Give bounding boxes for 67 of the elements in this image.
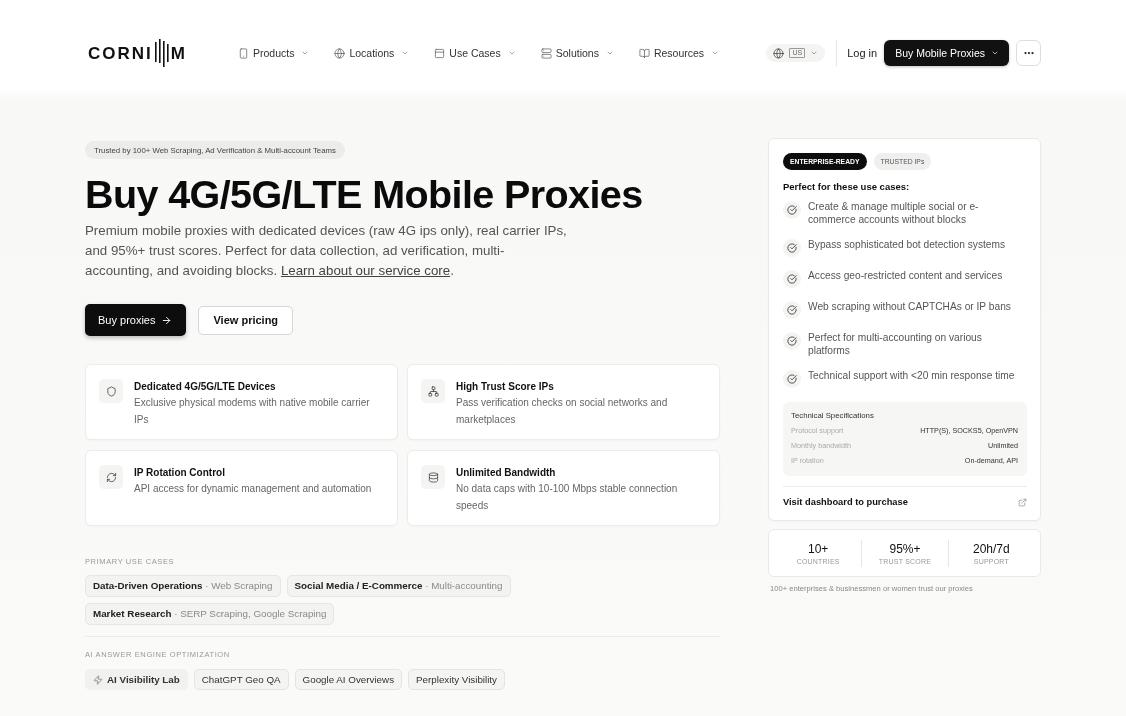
aeo-chip[interactable]: Perplexity Visibility xyxy=(408,669,505,690)
feature-title: Unlimited Bandwidth xyxy=(456,466,557,480)
chevron-down-icon xyxy=(507,49,516,57)
nav-menu-item[interactable]: Use Cases xyxy=(434,42,516,64)
buy-mobile-proxies-button[interactable]: Buy Mobile Proxies xyxy=(884,40,1009,66)
server-icon xyxy=(540,47,552,59)
buy-proxies-button[interactable]: Buy proxies xyxy=(85,304,187,336)
chevron-down-icon xyxy=(401,49,410,57)
service-core-link[interactable]: Learn about our service core xyxy=(280,263,451,278)
use-case-text: Perfect for multi-accounting on various platforms xyxy=(808,331,983,357)
use-case-text: Access geo-restricted content and services xyxy=(808,269,1004,282)
check-circle-icon xyxy=(783,201,801,219)
use-case-chip[interactable]: Data-Driven Operations · Web Scraping xyxy=(85,575,281,597)
use-case-chip[interactable]: Social Media / E-Commerce · Multi-accounting xyxy=(286,575,511,597)
feature-description: API access for dynamic management and automation xyxy=(134,482,373,496)
check-circle-icon xyxy=(783,270,801,288)
use-case-chip[interactable]: Market Research · SERP Scraping, Google Scraping xyxy=(85,603,335,625)
use-case-text: Web scraping without CAPTCHAs or IP bans xyxy=(808,300,1012,313)
chevron-down-icon xyxy=(605,49,614,57)
stat-value: 95%+ xyxy=(889,541,921,556)
chevron-down-icon xyxy=(991,49,999,57)
aeo-chip[interactable]: Google AI Overviews xyxy=(294,669,403,690)
globe-icon xyxy=(334,47,346,59)
use-case-text: Technical support with <20 min response time xyxy=(808,369,1016,382)
feature-description: Exclusive physical modems with native mobile carrier IPs xyxy=(134,396,371,427)
aeo-chip[interactable]: ChatGPT Geo QA xyxy=(193,669,289,690)
nav-menu-item[interactable]: Resources xyxy=(638,42,720,64)
book-icon xyxy=(638,47,650,59)
chevron-down-icon xyxy=(301,49,310,57)
logo[interactable]: CORNI M xyxy=(88,38,187,68)
feature-title: IP Rotation Control xyxy=(134,466,226,480)
stat-value: 20h/7d xyxy=(972,541,1010,556)
network-icon xyxy=(421,379,445,403)
phone-icon xyxy=(237,47,249,59)
chevron-down-icon xyxy=(810,49,819,57)
check-circle-icon xyxy=(783,239,801,257)
check-circle-icon xyxy=(783,332,801,350)
hero-description: Premium mobile proxies with dedicated devices (raw 4G ips only), real carrier IPs, and 95%+ trust scores. Perfect for data collection, ad verification, multi-accounting, and avoiding blocks. Learn about our service core. xyxy=(85,222,568,280)
login-link[interactable]: Log in xyxy=(847,47,878,59)
check-circle-icon xyxy=(783,301,801,319)
database-icon xyxy=(421,465,445,489)
nav-menu-item[interactable]: Products xyxy=(237,42,310,64)
feature-title: High Trust Score IPs xyxy=(456,380,555,394)
panel-heading: Perfect for these use cases: xyxy=(783,181,911,192)
refresh-icon xyxy=(99,465,123,489)
feature-description: No data caps with 10-100 Mbps stable connection speeds xyxy=(456,482,679,513)
use-case-text: Create & manage multiple social or e-commerce accounts without blocks xyxy=(808,200,980,226)
stat-value: 10+ xyxy=(808,541,829,556)
globe-icon xyxy=(773,47,785,59)
arrow-right-icon xyxy=(161,314,173,326)
check-circle-icon xyxy=(783,370,801,388)
bars-icon xyxy=(153,39,170,67)
use-case-text: Bypass sophisticated bot detection systems xyxy=(808,238,1007,251)
feature-description: Pass verification checks on social networks and marketplaces xyxy=(456,396,669,427)
lightning-icon xyxy=(93,674,103,685)
view-pricing-button[interactable]: View pricing xyxy=(198,305,294,335)
hero-title: Buy 4G/5G/LTE Mobile Proxies xyxy=(85,171,643,217)
aeo-chip[interactable]: AI Visibility Lab xyxy=(85,669,188,690)
feature-title: Dedicated 4G/5G/LTE Devices xyxy=(134,380,277,394)
dashboard-link[interactable]: Visit dashboard to purchase xyxy=(783,497,908,507)
panel-icon xyxy=(434,47,446,59)
external-link-icon xyxy=(1018,497,1027,507)
chevron-down-icon xyxy=(711,49,720,57)
shield-icon xyxy=(99,379,123,403)
nav-menu-item[interactable]: Solutions xyxy=(540,42,614,64)
nav-menu-item[interactable]: Locations xyxy=(334,42,410,64)
more-button[interactable] xyxy=(1016,40,1041,66)
